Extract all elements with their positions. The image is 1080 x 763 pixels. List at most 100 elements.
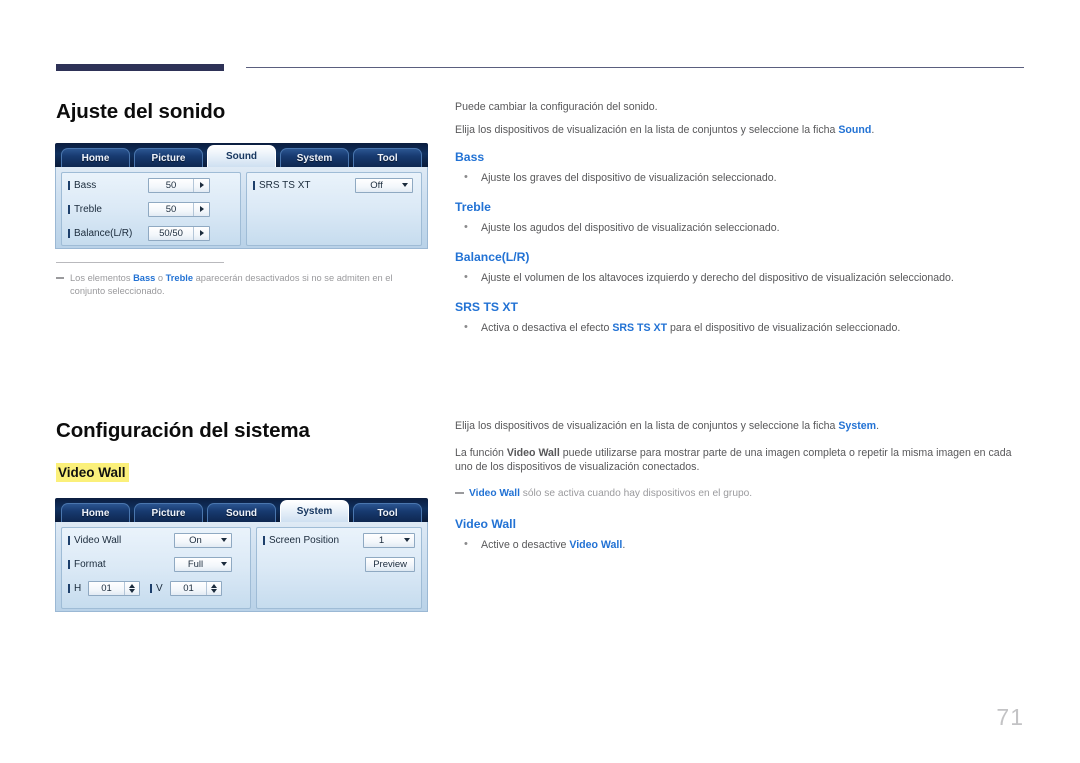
sound-settings-panel: Home Picture Sound System Tool Bass 50 T… (55, 143, 428, 249)
footnote-divider (56, 262, 224, 264)
stepper-h[interactable]: 01 (88, 580, 140, 596)
row-treble: Treble 50 (62, 197, 240, 221)
row-label-srs-ts-xt: SRS TS XT (259, 179, 311, 191)
heading-srs-ts-xt: SRS TS XT (455, 300, 518, 314)
tab-sound[interactable]: Sound (207, 145, 276, 167)
dropdown-srs-ts-xt[interactable]: Off (355, 177, 413, 193)
sound-intro-2-pre: Elija los dispositivos de visualización … (455, 124, 839, 136)
row-balance: Balance(L/R) 50/50 (62, 221, 240, 245)
row-label-bass: Bass (74, 179, 97, 191)
footnote-term-treble: Treble (165, 273, 194, 284)
row-grid-hv: H 01 V 01 (62, 576, 250, 600)
system-intro-2-term: Video Wall (506, 447, 560, 459)
stepper-v[interactable]: 01 (170, 580, 222, 596)
bullet-marker-icon (68, 228, 70, 238)
bullet-list-srs-ts-xt: Activa o desactiva el efecto SRS TS XT p… (455, 320, 1030, 335)
row-srs-ts-xt: SRS TS XT Off (247, 173, 421, 197)
tab-sound[interactable]: Sound (207, 503, 276, 522)
dropdown-value-screen-position: 1 (378, 534, 385, 546)
page-title-system: Configuración del sistema (56, 419, 310, 442)
tab-picture[interactable]: Picture (134, 503, 203, 522)
header-rule-thick-bar (56, 64, 224, 71)
bullet-marker-icon (68, 204, 70, 214)
tab-home[interactable]: Home (61, 148, 130, 167)
system-settings-panel: Home Picture Sound System Tool Video Wal… (55, 498, 428, 612)
tab-tool[interactable]: Tool (353, 148, 422, 167)
field-bass[interactable]: 50 (148, 177, 210, 193)
bullet-marker-icon (150, 583, 152, 593)
chevron-down-icon[interactable] (216, 534, 231, 547)
bullet-marker-icon (68, 180, 70, 190)
dropdown-value-srs-ts-xt: Off (370, 179, 383, 191)
list-item: Ajuste los graves del dispositivo de vis… (455, 170, 1030, 185)
sound-footnote-block: Los elementos Bass o Treble aparecerán d… (56, 262, 428, 298)
arrow-right-icon[interactable] (193, 202, 209, 216)
sub-heading-video-wall: Video Wall (56, 463, 129, 482)
system-intro-2-pre: La función (455, 447, 507, 459)
dropdown-format[interactable]: Full (174, 556, 232, 572)
header-rule-thin-line (246, 67, 1024, 69)
page-number: 71 (996, 704, 1024, 730)
bullet-list-video-wall: Active o desactive Video Wall. (455, 537, 1030, 552)
arrow-right-icon[interactable] (193, 178, 209, 192)
sound-footnote: Los elementos Bass o Treble aparecerán d… (56, 272, 428, 298)
dropdown-video-wall[interactable]: On (174, 532, 232, 548)
dropdown-screen-position[interactable]: 1 (363, 532, 415, 548)
field-treble[interactable]: 50 (148, 201, 210, 217)
system-intro-1-term: System (838, 420, 877, 432)
system-panel-left-group: Video Wall On Format Full H 01 V 01 (61, 527, 251, 609)
sound-intro-1: Puede cambiar la configuración del sonid… (455, 101, 658, 113)
tab-tool[interactable]: Tool (353, 503, 422, 522)
list-item: Ajuste el volumen de los altavoces izqui… (455, 270, 1030, 285)
vw-bullet-post: . (622, 539, 626, 551)
row-video-wall: Video Wall On (62, 528, 250, 552)
bullet-marker-icon (263, 535, 265, 545)
row-label-screen-position: Screen Position (269, 534, 340, 546)
heading-balance: Balance(L/R) (455, 250, 530, 264)
bullet-marker-icon (68, 559, 70, 569)
list-item: Ajuste los agudos del dispositivo de vis… (455, 220, 1030, 235)
footnote-text-pre: Los elementos (70, 273, 134, 284)
sound-description-column: Puede cambiar la configuración del sonid… (455, 100, 1030, 350)
footnote-term-bass: Bass (133, 273, 156, 284)
stepper-arrows-icon[interactable] (124, 581, 139, 595)
row-label-video-wall: Video Wall (74, 534, 122, 546)
bullet-marker-icon (68, 535, 70, 545)
row-format: Format Full (62, 552, 250, 576)
chevron-down-icon[interactable] (397, 179, 412, 192)
stepper-arrows-icon[interactable] (206, 581, 221, 595)
list-item: Activa o desactiva el efecto SRS TS XT p… (455, 320, 1030, 335)
manual-page: Ajuste del sonido Home Picture Sound Sys… (0, 0, 1080, 763)
stepper-value-v: 01 (183, 582, 194, 594)
tab-home[interactable]: Home (61, 503, 130, 522)
note-term-video-wall: Video Wall (469, 488, 520, 499)
srs-bullet-pre: Activa o desactiva el efecto (481, 322, 613, 334)
system-intro-1-pre: Elija los dispositivos de visualización … (455, 420, 839, 432)
bullet-marker-icon (253, 180, 255, 190)
tab-system[interactable]: System (280, 148, 349, 167)
row-bass: Bass 50 (62, 173, 240, 197)
bullet-marker-icon (68, 583, 70, 593)
row-screen-position: Screen Position 1 (257, 528, 421, 552)
arrow-right-icon[interactable] (193, 226, 209, 240)
video-wall-note: Video Wall sólo se activa cuando hay dis… (455, 487, 1030, 501)
list-item: Active o desactive Video Wall. (455, 537, 1030, 552)
chevron-down-icon[interactable] (399, 534, 414, 547)
vw-bullet-term: Video Wall (569, 539, 623, 551)
sound-intro-2: Elija los dispositivos de visualización … (455, 123, 1030, 137)
stepper-value-h: 01 (101, 582, 112, 594)
header-rule (56, 64, 1024, 72)
preview-button[interactable]: Preview (365, 556, 415, 572)
heading-video-wall: Video Wall (455, 517, 516, 531)
note-text: sólo se activa cuando hay dispositivos e… (519, 488, 753, 499)
row-label-balance: Balance(L/R) (74, 227, 133, 239)
heading-bass: Bass (455, 150, 485, 164)
field-balance[interactable]: 50/50 (148, 225, 210, 241)
row-label-v: V (156, 582, 163, 594)
tab-system[interactable]: System (280, 500, 349, 522)
tab-picture[interactable]: Picture (134, 148, 203, 167)
vw-bullet-pre: Active o desactive (481, 539, 570, 551)
chevron-down-icon[interactable] (216, 558, 231, 571)
sound-panel-right-group: SRS TS XT Off (246, 172, 422, 246)
system-panel-tabbar: Home Picture Sound System Tool (55, 498, 428, 522)
